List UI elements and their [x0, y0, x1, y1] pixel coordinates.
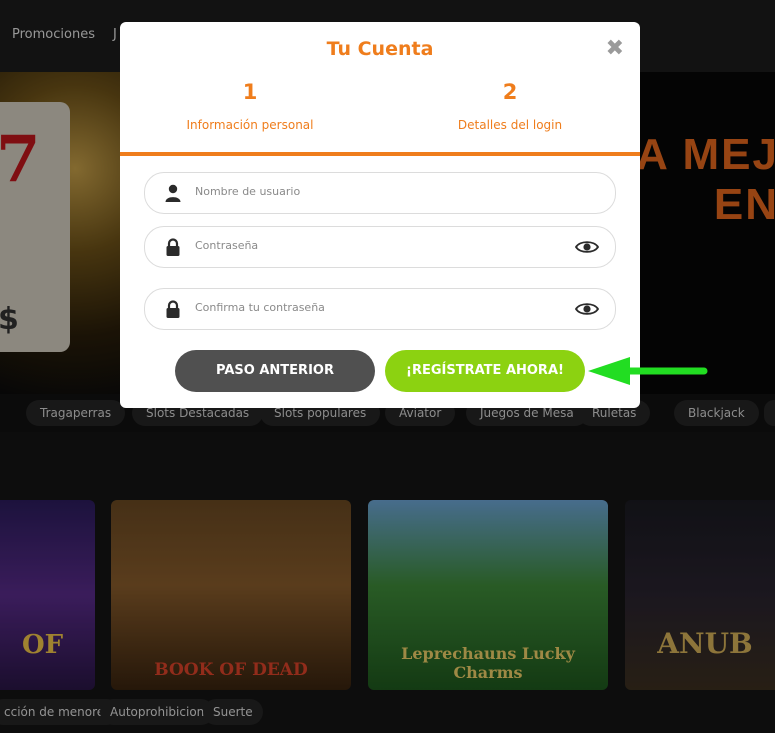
register-now-button[interactable]: ¡REGÍSTRATE AHORA! — [385, 350, 585, 392]
user-icon — [165, 184, 181, 202]
confirm-password-field[interactable]: Confirma tu contraseña — [144, 288, 616, 330]
green-arrow-annotation-icon — [588, 357, 708, 385]
step-2: 2 Detalles del login — [410, 80, 610, 132]
password-field[interactable]: Contraseña — [144, 226, 616, 268]
account-modal: Tu Cuenta ✖ 1 Información personal 2 Det… — [120, 22, 640, 408]
step-label: Detalles del login — [457, 118, 563, 132]
step-number: 2 — [502, 80, 518, 104]
lock-icon — [166, 238, 180, 256]
password-placeholder: Contraseña — [195, 239, 259, 252]
username-placeholder: Nombre de usuario — [195, 185, 301, 198]
lock-icon — [166, 300, 180, 318]
eye-icon[interactable] — [575, 239, 599, 255]
step-number: 1 — [242, 80, 258, 104]
step-1: 1 Información personal — [150, 80, 350, 132]
eye-icon[interactable] — [575, 301, 599, 317]
username-field[interactable]: Nombre de usuario — [144, 172, 616, 214]
confirm-password-placeholder: Confirma tu contraseña — [195, 301, 325, 314]
previous-step-button[interactable]: PASO ANTERIOR — [175, 350, 375, 392]
modal-title: Tu Cuenta — [326, 38, 434, 60]
step-progress-bar — [120, 152, 640, 156]
close-icon[interactable]: ✖ — [606, 38, 624, 60]
step-label: Información personal — [186, 118, 314, 132]
